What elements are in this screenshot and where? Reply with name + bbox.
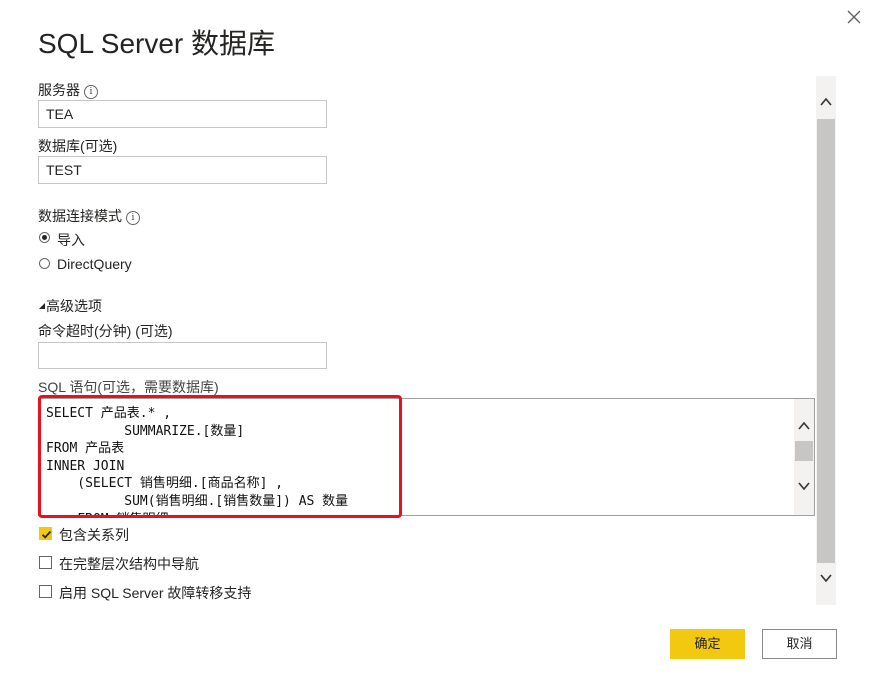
radio-import[interactable]: 导入 — [38, 230, 158, 248]
sql-label: SQL 语句(可选，需要数据库) — [38, 379, 219, 395]
connectivity-label: 数据连接模式 i — [38, 206, 140, 226]
dialog-title: SQL Server 数据库 — [38, 28, 276, 59]
server-input[interactable]: TEA — [38, 100, 327, 128]
sql-scroll-up-icon[interactable] — [797, 420, 811, 432]
sql-scroll-thumb[interactable] — [795, 441, 813, 461]
timeout-label: 命令超时(分钟) (可选) — [38, 323, 173, 339]
server-label: 服务器 i — [38, 80, 98, 100]
checkbox-failover-box[interactable] — [39, 585, 52, 598]
checkbox-include-relationships-box[interactable] — [39, 527, 52, 540]
close-icon — [847, 10, 861, 24]
radio-directquery-label: DirectQuery — [57, 256, 132, 272]
info-icon: i — [84, 85, 98, 99]
info-icon: i — [126, 211, 140, 225]
triangle-down-icon — [39, 303, 45, 309]
scroll-down-icon[interactable] — [819, 572, 833, 584]
checkbox-include-relationships[interactable]: 包含关系列 — [38, 525, 158, 543]
server-label-text: 服务器 — [38, 82, 80, 98]
close-button[interactable] — [843, 6, 865, 28]
cancel-button[interactable]: 取消 — [762, 629, 837, 659]
ok-button[interactable]: 确定 — [670, 629, 745, 659]
sql-scroll-down-icon[interactable] — [797, 480, 811, 492]
sql-scrollbar[interactable] — [794, 399, 814, 515]
checkbox-full-hierarchy[interactable]: 在完整层次结构中导航 — [38, 554, 238, 572]
checkbox-include-relationships-label: 包含关系列 — [59, 527, 129, 543]
connectivity-label-text: 数据连接模式 — [38, 208, 122, 224]
radio-import-dot[interactable] — [39, 232, 50, 243]
checkbox-failover[interactable]: 启用 SQL Server 故障转移支持 — [38, 583, 278, 601]
dialog-scroll-thumb[interactable] — [817, 119, 835, 563]
checkbox-full-hierarchy-label: 在完整层次结构中导航 — [59, 556, 199, 572]
radio-directquery[interactable]: DirectQuery — [38, 256, 178, 274]
database-label: 数据库(可选) — [38, 138, 118, 154]
highlight-box — [38, 395, 402, 518]
checkbox-failover-label: 启用 SQL Server 故障转移支持 — [59, 585, 252, 601]
radio-import-label: 导入 — [57, 232, 85, 248]
checkmark-icon — [41, 530, 52, 539]
advanced-options-toggle[interactable]: 高级选项 — [38, 296, 102, 316]
advanced-options-label: 高级选项 — [46, 298, 102, 314]
scroll-up-icon[interactable] — [819, 96, 833, 108]
radio-directquery-dot[interactable] — [39, 258, 50, 269]
dialog-scrollbar[interactable] — [816, 76, 836, 605]
checkbox-full-hierarchy-box[interactable] — [39, 556, 52, 569]
database-input[interactable]: TEST — [38, 156, 327, 184]
timeout-input[interactable] — [38, 342, 327, 369]
